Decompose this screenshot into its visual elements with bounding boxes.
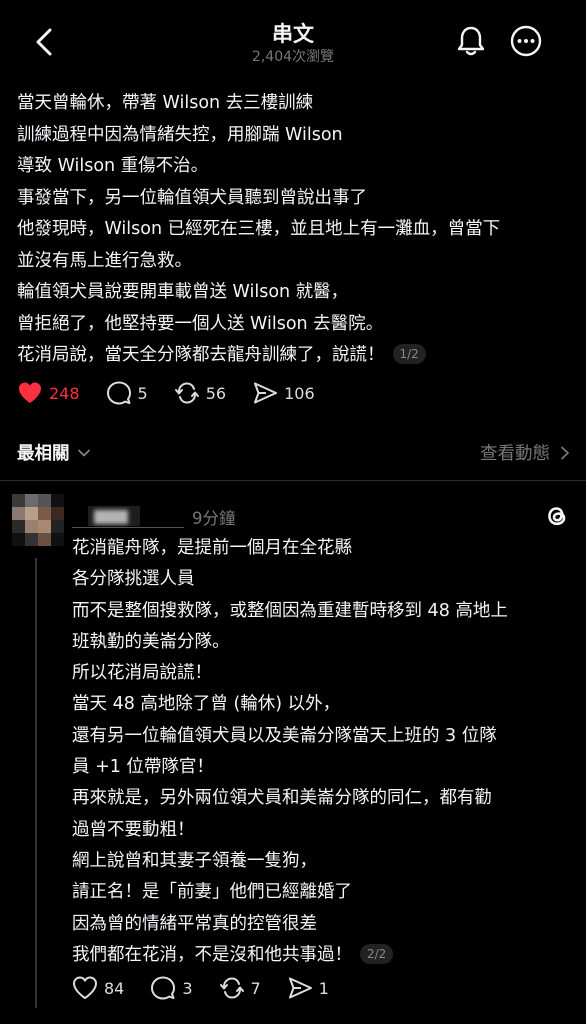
thread-line xyxy=(35,558,37,1008)
page-badge: 2/2 xyxy=(360,943,394,964)
chevron-down-icon xyxy=(77,449,90,456)
reply-text-line: 請正名！是「前妻」他們已經離婚了 xyxy=(72,882,352,903)
divider xyxy=(0,480,586,481)
view-activity-label: 查看動態 xyxy=(480,444,550,464)
reply-text-last: 我們都在花消，不是沒和他共事過！ xyxy=(72,944,352,965)
top-bar: 串文 2,404次瀏覽 xyxy=(0,0,586,80)
view-activity-link[interactable]: 查看動態 xyxy=(480,440,572,465)
chevron-right-icon xyxy=(561,446,569,459)
post-actions: 248 5 56 106 xyxy=(17,379,341,407)
reply-body: 花消龍舟隊，是提前一個月在全花縣 各分隊挑選人員 而不是整個搜救隊，或整個因為重… xyxy=(72,533,577,971)
share-count: 106 xyxy=(284,383,315,403)
comment-button[interactable]: 5 xyxy=(106,380,148,406)
post-text-line: 事發當下，另一位輪值領犬員聽到曾說出事了 xyxy=(17,187,367,208)
comment-icon xyxy=(106,381,131,405)
sort-bar: 最相關 查看動態 xyxy=(17,440,572,470)
username-redacted[interactable] xyxy=(72,504,184,528)
reply-text-line: 班執勤的美崙分隊。 xyxy=(72,631,230,652)
post-text-line: 他發現時，Wilson 已經死在三樓，並且地上有一灘血，曾當下 xyxy=(17,219,501,239)
sort-label: 最相關 xyxy=(17,444,70,464)
post-text-line: 當天曾輪休，帶著 Wilson 去三樓訓練 xyxy=(17,93,314,113)
page-badge: 1/2 xyxy=(392,344,426,364)
share-button[interactable]: 1 xyxy=(287,975,329,1001)
more-icon[interactable] xyxy=(509,24,543,58)
reply-actions: 84 3 7 1 xyxy=(72,974,355,1002)
repost-button[interactable]: 7 xyxy=(219,975,261,1001)
reply-text-line: 我們都在花消，不是沒和他共事過！ 2/2 xyxy=(72,940,577,971)
page-title: 串文 xyxy=(272,22,314,46)
post-text-line: 花消局說，當天全分隊都去龍舟訓練了，說謊！ 1/2 xyxy=(17,340,572,372)
like-button[interactable]: 84 xyxy=(72,975,124,1001)
reply-text-line: 網上說曾和其妻子領養一隻狗， xyxy=(72,850,317,871)
reply-text-line: 員 +1 位帶隊官！ xyxy=(72,757,214,778)
repost-icon xyxy=(174,382,199,404)
repost-button[interactable]: 56 xyxy=(174,380,226,406)
bell-icon[interactable] xyxy=(455,24,487,58)
reply-timestamp: 9分鐘 xyxy=(192,509,236,528)
post-text-line: 曾拒絕了，他堅持要一個人送 Wilson 去醫院。 xyxy=(17,313,384,334)
like-count: 248 xyxy=(49,383,80,403)
reply-text-line: 各分隊挑選人員 xyxy=(72,569,195,590)
reply-text-line: 因為曾的情緒平常真的控管很差 xyxy=(72,913,317,934)
repost-count: 7 xyxy=(250,978,261,998)
avatar[interactable] xyxy=(12,494,64,546)
like-count: 84 xyxy=(104,978,125,998)
sort-dropdown[interactable]: 最相關 xyxy=(17,440,92,465)
threads-logo-icon[interactable] xyxy=(543,502,571,530)
post-text-line: 訓練過程中因為情緒失控，用腳踹 Wilson xyxy=(17,124,343,145)
reply-text-line: 再來就是，另外兩位領犬員和美崙分隊的同仁，都有勸 xyxy=(72,788,492,809)
share-button[interactable]: 106 xyxy=(252,380,315,406)
share-count: 1 xyxy=(318,978,329,998)
post-body: 當天曾輪休，帶著 Wilson 去三樓訓練 訓練過程中因為情緒失控，用腳踹 Wi… xyxy=(17,88,572,372)
reply-text-line: 花消龍舟隊，是提前一個月在全花縣 xyxy=(72,538,352,558)
comment-button[interactable]: 3 xyxy=(150,975,193,1001)
reply-text-line: 而不是整個搜救隊，或整個因為重建暫時移到 48 高地上 xyxy=(72,600,508,621)
like-button[interactable]: 248 xyxy=(17,380,80,406)
heart-icon xyxy=(73,976,97,999)
post-text-line: 並沒有馬上進行急救。 xyxy=(17,250,192,271)
reply-text-line: 還有另一位輪值領犬員以及美崙分隊當天上班的 3 位隊 xyxy=(72,725,497,746)
reply-text-line: 過曾不要動粗！ xyxy=(72,819,195,840)
view-count: 2,404次瀏覽 xyxy=(251,49,335,65)
comment-count: 3 xyxy=(182,978,193,998)
share-icon xyxy=(254,382,278,404)
heart-icon xyxy=(19,382,41,403)
post-text-line: 導致 Wilson 重傷不治。 xyxy=(17,156,209,176)
post-text-line: 輪值領犬員說要開車載曾送 Wilson 就醫， xyxy=(17,282,349,302)
comment-count: 5 xyxy=(137,383,148,403)
reply-text-line: 當天 48 高地除了曾 (輪休) 以外， xyxy=(72,694,341,715)
comment-icon xyxy=(151,976,176,1000)
reply-text-line: 所以花消局說謊！ xyxy=(72,663,212,684)
post-text-last: 花消局說，當天全分隊都去龍舟訓練了，說謊！ xyxy=(17,345,385,365)
share-icon xyxy=(288,977,312,999)
repost-count: 56 xyxy=(205,383,227,403)
repost-icon xyxy=(219,977,244,999)
